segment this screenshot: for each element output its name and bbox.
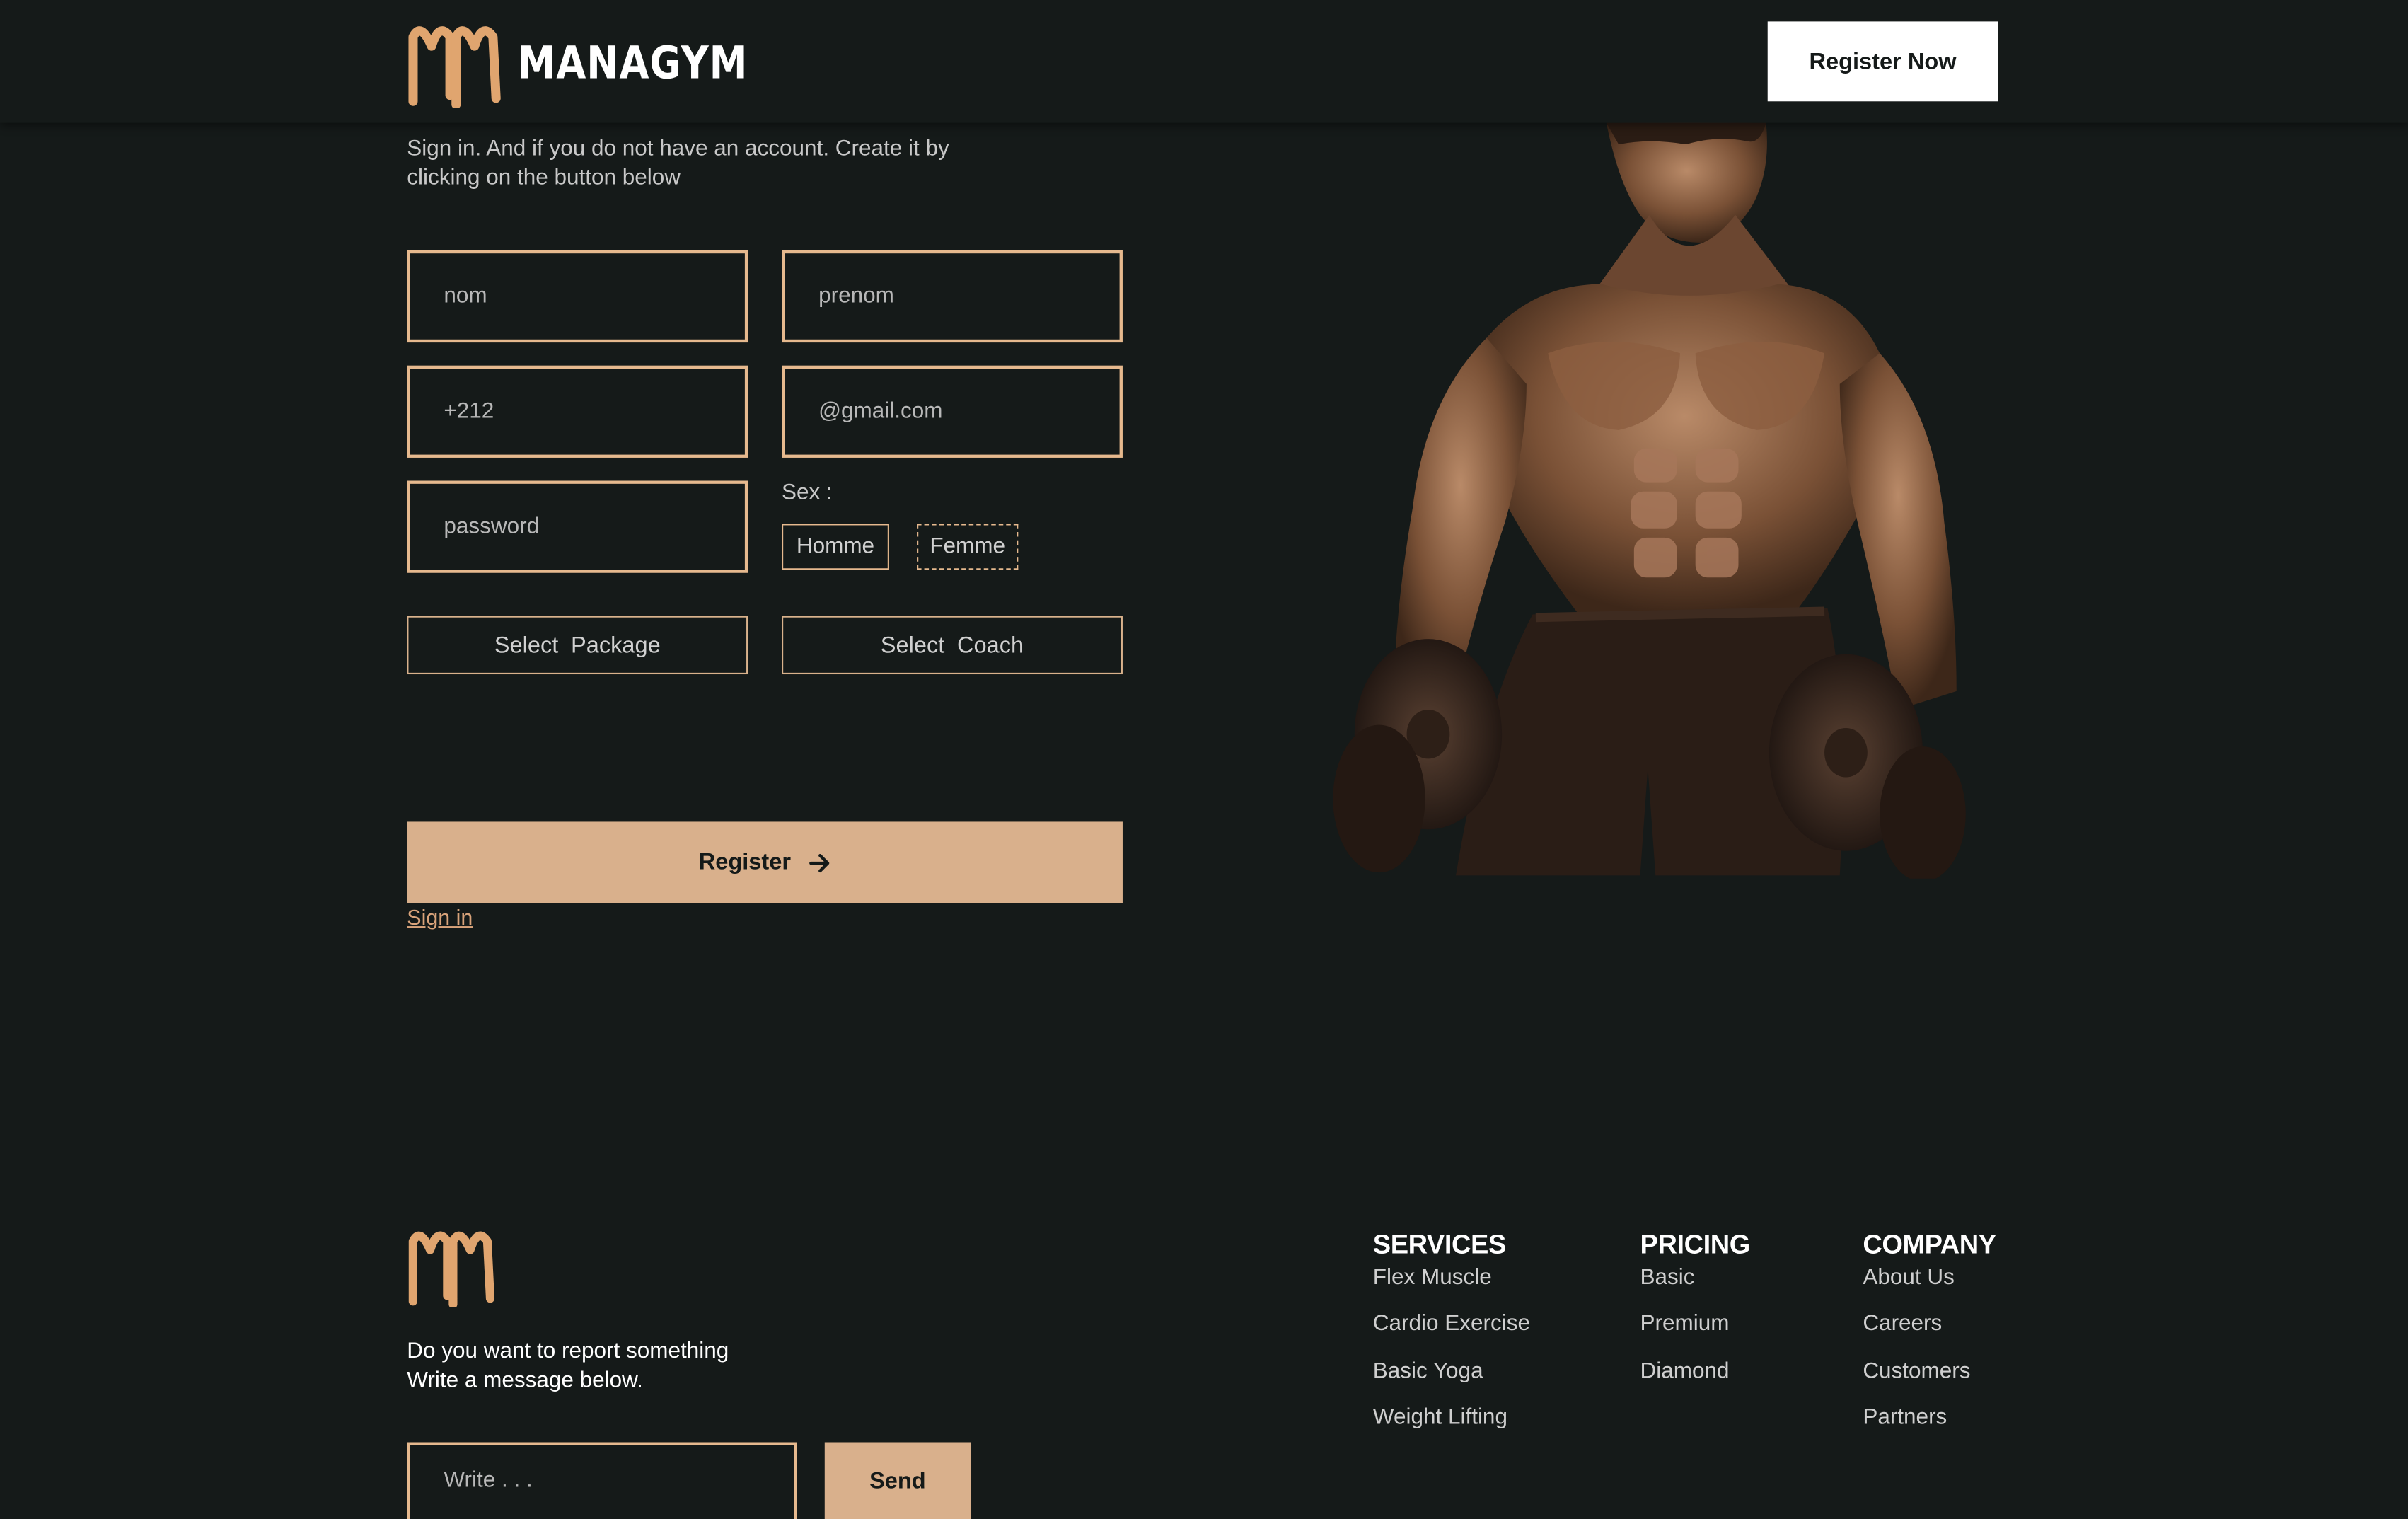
- footer-link-flex-muscle[interactable]: Flex Muscle: [1373, 1264, 1530, 1311]
- report-line-1: Do you want to report something: [407, 1339, 729, 1364]
- footer-link-weight-lifting[interactable]: Weight Lifting: [1373, 1404, 1530, 1450]
- logo[interactable]: MANAGYM: [407, 18, 785, 108]
- header: MANAGYM Register Now: [0, 0, 2408, 123]
- footer-link-customers[interactable]: Customers: [1863, 1357, 1996, 1404]
- register-button[interactable]: Register: [407, 821, 1123, 903]
- report-text: Do you want to report something Write a …: [407, 1338, 867, 1396]
- brand-name: MANAGYM: [517, 37, 748, 89]
- register-label: Register: [698, 849, 792, 876]
- page: MANAGYM Register Now Sign in. And if you…: [0, 0, 2408, 1519]
- arrow-right-icon: [809, 853, 830, 872]
- footer-column-pricing: PRICING Basic Premium Diamond: [1640, 1228, 1751, 1404]
- footer-link-partners[interactable]: Partners: [1863, 1404, 1996, 1450]
- footer-link-careers[interactable]: Careers: [1863, 1310, 1996, 1357]
- nom-input[interactable]: [407, 250, 748, 343]
- footer-heading-pricing: PRICING: [1640, 1228, 1751, 1260]
- footer-link-premium[interactable]: Premium: [1640, 1310, 1750, 1357]
- sex-option-homme[interactable]: Homme: [781, 524, 889, 570]
- select-coach-button[interactable]: Select Coach: [781, 616, 1123, 675]
- email-input[interactable]: [781, 365, 1123, 458]
- register-now-button[interactable]: Register Now: [1767, 21, 1998, 102]
- bodybuilder-image: [1333, 122, 1966, 879]
- sign-in-link[interactable]: Sign in: [407, 905, 473, 930]
- footer-link-about-us[interactable]: About Us: [1863, 1264, 1996, 1311]
- footer-heading-services: SERVICES: [1372, 1228, 1506, 1260]
- phone-input[interactable]: [407, 365, 748, 458]
- footer-heading-company: COMPANY: [1863, 1228, 1996, 1260]
- footer-mm-logo-icon: [408, 1231, 495, 1307]
- sex-option-femme[interactable]: Femme: [917, 524, 1019, 570]
- prenom-input[interactable]: [781, 250, 1123, 343]
- intro-text: Sign in. And if you do not have an accou…: [407, 137, 949, 191]
- footer-column-services: SERVICES Flex Muscle Cardio Exercise Bas…: [1373, 1229, 1530, 1450]
- footer-link-basic[interactable]: Basic: [1640, 1264, 1750, 1311]
- footer-link-diamond[interactable]: Diamond: [1640, 1357, 1750, 1404]
- password-input[interactable]: [407, 480, 748, 573]
- footer-column-company: COMPANY About Us Careers Customers Partn…: [1863, 1229, 1996, 1450]
- report-line-2: Write a message below.: [407, 1368, 643, 1394]
- message-input[interactable]: [407, 1442, 797, 1519]
- footer-link-cardio-exercise[interactable]: Cardio Exercise: [1373, 1310, 1530, 1357]
- sex-label: Sex :: [781, 480, 833, 506]
- send-button[interactable]: Send: [824, 1442, 971, 1519]
- select-package-button[interactable]: Select Package: [407, 616, 748, 675]
- mm-logo-icon: [408, 26, 501, 108]
- footer-link-basic-yoga[interactable]: Basic Yoga: [1373, 1357, 1530, 1404]
